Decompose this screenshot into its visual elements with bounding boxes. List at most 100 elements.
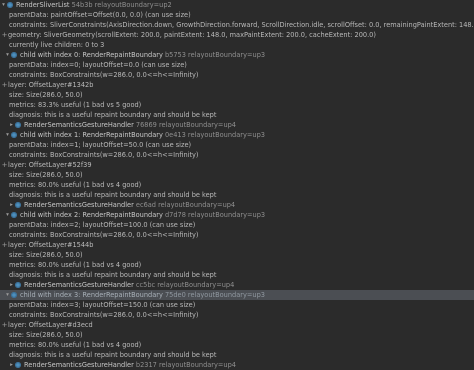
property-text: layer: OffsetLayer#1342b: [8, 81, 94, 89]
property-text: metrics: 80.0% useful (1 bad vs 4 good): [9, 181, 142, 189]
node-name: child with index 1: RenderRepaintBoundar…: [20, 131, 163, 139]
property-row[interactable]: size: Size(286.0, 50.0): [0, 250, 474, 260]
render-tree-panel[interactable]: ▾ RenderSliverList 54b3b relayoutBoundary…: [0, 0, 474, 369]
property-text: parentData: index=3; layoutOffset=150.0 …: [9, 301, 196, 309]
tree-node-row[interactable]: ▸ RenderSemanticsGestureHandler b2317 rel…: [0, 360, 474, 370]
property-row[interactable]: constraints: SliverConstraints(AxisDirec…: [0, 20, 474, 30]
expand-toggle-icon[interactable]: ▾: [4, 50, 11, 60]
property-row[interactable]: + layer: OffsetLayer#52f39: [0, 160, 474, 170]
expand-property-icon[interactable]: +: [1, 160, 8, 170]
property-row[interactable]: metrics: 80.0% useful (1 bad vs 4 good): [0, 340, 474, 350]
tree-node-row[interactable]: ▸ RenderSemanticsGestureHandler 76869 rel…: [0, 120, 474, 130]
collapse-toggle-icon[interactable]: ▸: [8, 200, 15, 210]
render-object-icon: [15, 202, 21, 208]
property-text: parentData: index=0; layoutOffset=0.0 (c…: [9, 61, 187, 69]
property-text: size: Size(286.0, 50.0): [9, 331, 83, 339]
node-meta: 0e413 relayoutBoundary=up3: [162, 131, 265, 139]
node-name: RenderSliverList: [16, 1, 70, 9]
node-label: child with index 1: RenderRepaintBoundar…: [20, 130, 265, 140]
property-text: diagnosis: this is a useful repaint boun…: [9, 271, 217, 279]
property-text: layer: OffsetLayer#1544b: [8, 241, 94, 249]
property-text: size: Size(286.0, 50.0): [9, 91, 83, 99]
render-object-icon: [11, 132, 17, 138]
tree-node-row[interactable]: ▾ child with index 2: RenderRepaintBounda…: [0, 210, 474, 220]
property-text: constraints: BoxConstraints(w=286.0, 0.0…: [9, 71, 199, 79]
node-meta: b2317 relayoutBoundary=up4: [133, 361, 236, 369]
property-row[interactable]: metrics: 83.3% useful (1 bad vs 5 good): [0, 100, 474, 110]
property-row[interactable]: diagnosis: this is a useful repaint boun…: [0, 190, 474, 200]
property-row[interactable]: diagnosis: this is a useful repaint boun…: [0, 110, 474, 120]
node-name: RenderSemanticsGestureHandler: [24, 121, 134, 129]
expand-toggle-icon[interactable]: ▾: [0, 0, 7, 10]
collapse-toggle-icon[interactable]: ▸: [8, 280, 15, 290]
node-name: child with index 3: RenderRepaintBoundar…: [20, 291, 163, 299]
node-meta: cc5bc relayoutBoundary=up4: [133, 281, 235, 289]
expand-property-icon[interactable]: +: [1, 240, 8, 250]
render-object-icon: [11, 52, 17, 58]
expand-toggle-icon[interactable]: ▾: [4, 130, 11, 140]
property-row[interactable]: constraints: BoxConstraints(w=286.0, 0.0…: [0, 230, 474, 240]
property-text: parentData: paintOffset=Offset(0.0, 0.0)…: [9, 11, 191, 19]
property-text: diagnosis: this is a useful repaint boun…: [9, 351, 217, 359]
node-label: child with index 0: RenderRepaintBoundar…: [20, 50, 265, 60]
property-text: geometry: SliverGeometry(scrollExtent: 2…: [8, 31, 376, 39]
render-object-icon: [7, 2, 13, 8]
property-text: constraints: BoxConstraints(w=286.0, 0.0…: [9, 231, 199, 239]
expand-property-icon[interactable]: +: [1, 320, 8, 330]
render-object-icon: [15, 282, 21, 288]
property-row[interactable]: diagnosis: this is a useful repaint boun…: [0, 270, 474, 280]
tree-node-row[interactable]: ▾ child with index 0: RenderRepaintBounda…: [0, 50, 474, 60]
property-row[interactable]: size: Size(286.0, 50.0): [0, 170, 474, 180]
property-text: currently live children: 0 to 3: [9, 41, 105, 49]
expand-property-icon[interactable]: +: [1, 80, 8, 90]
node-meta: ec6ad relayoutBoundary=up4: [133, 201, 236, 209]
render-object-icon: [11, 212, 17, 218]
property-row[interactable]: + layer: OffsetLayer#1342b: [0, 80, 474, 90]
tree-node-row[interactable]: ▾ child with index 1: RenderRepaintBounda…: [0, 130, 474, 140]
property-text: layer: OffsetLayer#d3ecd: [8, 321, 93, 329]
property-text: layer: OffsetLayer#52f39: [8, 161, 92, 169]
node-label: RenderSliverList 54b3b relayoutBoundary=…: [16, 0, 172, 10]
tree-node-row[interactable]: ▾ RenderSliverList 54b3b relayoutBoundary…: [0, 0, 474, 10]
tree-node-row[interactable]: ▾ child with index 3: RenderRepaintBounda…: [0, 290, 474, 300]
property-row[interactable]: parentData: index=2; layoutOffset=100.0 …: [0, 220, 474, 230]
property-text: metrics: 80.0% useful (1 bad vs 4 good): [9, 341, 142, 349]
property-row[interactable]: currently live children: 0 to 3: [0, 40, 474, 50]
expand-property-icon[interactable]: +: [1, 30, 8, 40]
node-label: child with index 2: RenderRepaintBoundar…: [20, 210, 265, 220]
property-row[interactable]: + layer: OffsetLayer#1544b: [0, 240, 474, 250]
property-row[interactable]: size: Size(286.0, 50.0): [0, 330, 474, 340]
collapse-toggle-icon[interactable]: ▸: [8, 360, 15, 370]
node-label: RenderSemanticsGestureHandler b2317 rela…: [24, 360, 236, 370]
node-label: RenderSemanticsGestureHandler cc5bc rela…: [24, 280, 234, 290]
property-text: parentData: index=1; layoutOffset=50.0 (…: [9, 141, 192, 149]
property-row[interactable]: + layer: OffsetLayer#d3ecd: [0, 320, 474, 330]
property-row[interactable]: parentData: index=1; layoutOffset=50.0 (…: [0, 140, 474, 150]
tree-node-row[interactable]: ▸ RenderSemanticsGestureHandler cc5bc rel…: [0, 280, 474, 290]
property-row[interactable]: constraints: BoxConstraints(w=286.0, 0.0…: [0, 310, 474, 320]
expand-toggle-icon[interactable]: ▾: [4, 210, 11, 220]
node-name: child with index 0: RenderRepaintBoundar…: [20, 51, 163, 59]
property-text: metrics: 80.0% useful (1 bad vs 4 good): [9, 261, 142, 269]
property-row[interactable]: size: Size(286.0, 50.0): [0, 90, 474, 100]
property-row[interactable]: parentData: paintOffset=Offset(0.0, 0.0)…: [0, 10, 474, 20]
property-row[interactable]: + geometry: SliverGeometry(scrollExtent: …: [0, 30, 474, 40]
expand-toggle-icon[interactable]: ▾: [4, 290, 11, 300]
node-name: RenderSemanticsGestureHandler: [24, 361, 134, 369]
node-name: RenderSemanticsGestureHandler: [24, 281, 134, 289]
property-row[interactable]: constraints: BoxConstraints(w=286.0, 0.0…: [0, 150, 474, 160]
node-name: child with index 2: RenderRepaintBoundar…: [20, 211, 163, 219]
collapse-toggle-icon[interactable]: ▸: [8, 120, 15, 130]
render-object-icon: [15, 122, 21, 128]
tree-node-row[interactable]: ▸ RenderSemanticsGestureHandler ec6ad rel…: [0, 200, 474, 210]
node-label: RenderSemanticsGestureHandler ec6ad rela…: [24, 200, 235, 210]
property-row[interactable]: metrics: 80.0% useful (1 bad vs 4 good): [0, 260, 474, 270]
property-row[interactable]: parentData: index=0; layoutOffset=0.0 (c…: [0, 60, 474, 70]
property-row[interactable]: diagnosis: this is a useful repaint boun…: [0, 350, 474, 360]
property-row[interactable]: constraints: BoxConstraints(w=286.0, 0.0…: [0, 70, 474, 80]
property-text: size: Size(286.0, 50.0): [9, 251, 83, 259]
property-text: parentData: index=2; layoutOffset=100.0 …: [9, 221, 196, 229]
node-meta: 54b3b relayoutBoundary=up2: [69, 1, 172, 9]
property-row[interactable]: parentData: index=3; layoutOffset=150.0 …: [0, 300, 474, 310]
property-row[interactable]: metrics: 80.0% useful (1 bad vs 4 good): [0, 180, 474, 190]
